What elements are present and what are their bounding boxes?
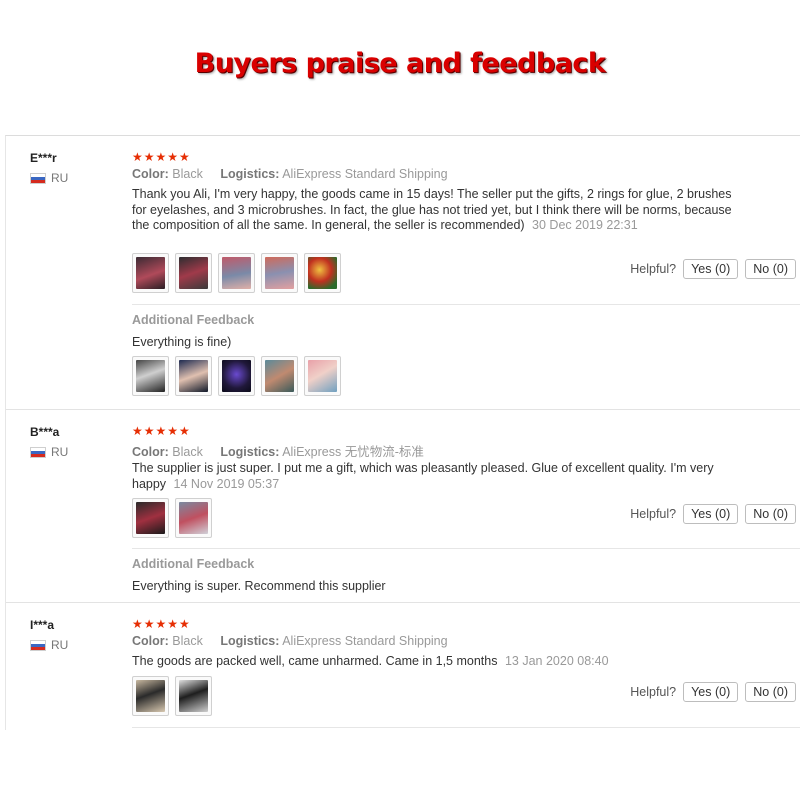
review-text: Thank you Ali, I'm very happy, the goods… — [132, 187, 732, 234]
country-code: RU — [51, 445, 69, 459]
helpful-controls: Helpful? Yes (0) No (0) — [630, 259, 796, 279]
color-value: Black — [172, 634, 203, 648]
color-value: Black — [172, 167, 203, 181]
review-photo[interactable] — [218, 356, 255, 396]
review-photo[interactable] — [132, 356, 169, 396]
review-photo[interactable] — [175, 498, 212, 538]
review-photo[interactable] — [132, 253, 169, 293]
additional-feedback-label: Additional Feedback — [132, 557, 255, 571]
helpful-yes-button[interactable]: Yes (0) — [683, 259, 739, 279]
logistics-label: Logistics: — [220, 167, 280, 181]
helpful-label: Helpful? — [630, 507, 677, 521]
reviewer-country: RU — [30, 171, 68, 185]
helpful-yes-button[interactable]: Yes (0) — [683, 504, 739, 524]
russia-flag-icon — [30, 172, 46, 184]
review-date: 30 Dec 2019 22:31 — [532, 218, 638, 232]
color-label: Color: — [132, 167, 169, 181]
helpful-no-button[interactable]: No (0) — [745, 504, 796, 524]
star-rating: ★★★★★ — [132, 424, 191, 438]
helpful-label: Helpful? — [630, 685, 677, 699]
color-label: Color: — [132, 634, 169, 648]
review-photos — [132, 498, 212, 538]
reviewer-country: RU — [30, 445, 68, 459]
divider — [132, 548, 800, 549]
review-photo[interactable] — [304, 253, 341, 293]
review-date: 13 Jan 2020 08:40 — [504, 654, 609, 668]
review-photos — [132, 253, 341, 293]
helpful-label: Helpful? — [630, 262, 677, 276]
reviewer-name: B***a — [30, 425, 60, 439]
additional-feedback-label: Additional Feedback — [132, 313, 255, 327]
star-rating: ★★★★★ — [132, 617, 191, 631]
review-body: The goods are packed well, came unharmed… — [132, 654, 498, 668]
additional-feedback-text: Everything is fine) — [132, 335, 232, 349]
review-text: The goods are packed well, came unharmed… — [132, 654, 732, 670]
helpful-yes-button[interactable]: Yes (0) — [683, 682, 739, 702]
logistics-value: AliExpress 无忧物流-标准 — [282, 445, 424, 459]
feedback-panel: E***r RU ★★★★★ Color: Black Logistics: A… — [5, 135, 800, 730]
russia-flag-icon — [30, 639, 46, 651]
logistics-value: AliExpress Standard Shipping — [282, 167, 448, 181]
helpful-controls: Helpful? Yes (0) No (0) — [630, 504, 796, 524]
review-photo[interactable] — [175, 676, 212, 716]
order-info: Color: Black Logistics: AliExpress Stand… — [132, 634, 462, 648]
russia-flag-icon — [30, 446, 46, 458]
review-item: E***r RU ★★★★★ Color: Black Logistics: A… — [6, 136, 800, 410]
review-item: I***a RU ★★★★★ Color: Black Logistics: A… — [6, 603, 800, 731]
review-photos — [132, 676, 212, 716]
helpful-no-button[interactable]: No (0) — [745, 682, 796, 702]
review-photo[interactable] — [218, 253, 255, 293]
review-photo[interactable] — [304, 356, 341, 396]
additional-photos — [132, 356, 341, 396]
review-photo[interactable] — [261, 253, 298, 293]
order-info: Color: Black Logistics: AliExpress Stand… — [132, 167, 462, 181]
review-body: Thank you Ali, I'm very happy, the goods… — [132, 187, 732, 232]
helpful-no-button[interactable]: No (0) — [745, 259, 796, 279]
review-date: 14 Nov 2019 05:37 — [173, 476, 280, 491]
review-photo[interactable] — [175, 253, 212, 293]
review-photo[interactable] — [175, 356, 212, 396]
review-photo[interactable] — [132, 676, 169, 716]
color-value: Black — [172, 445, 203, 459]
logistics-label: Logistics: — [220, 634, 280, 648]
country-code: RU — [51, 638, 69, 652]
star-rating: ★★★★★ — [132, 150, 191, 164]
reviewer-country: RU — [30, 638, 68, 652]
country-code: RU — [51, 171, 69, 185]
review-text: The supplier is just super. I put me a g… — [132, 461, 732, 492]
review-photo[interactable] — [261, 356, 298, 396]
page-banner-title: Buyers praise and feedback — [194, 48, 606, 79]
additional-feedback-text: Everything is super. Recommend this supp… — [132, 579, 386, 593]
helpful-controls: Helpful? Yes (0) No (0) — [630, 682, 796, 702]
order-info: Color: Black Logistics: AliExpress 无忧物流-… — [132, 441, 438, 460]
logistics-label: Logistics: — [220, 445, 280, 459]
review-item: B***a RU ★★★★★ Color: Black Logistics: A… — [6, 410, 800, 603]
divider — [132, 727, 800, 728]
reviewer-name: E***r — [30, 151, 57, 165]
review-photo[interactable] — [132, 498, 169, 538]
reviewer-name: I***a — [30, 618, 55, 632]
color-label: Color: — [132, 445, 169, 459]
logistics-value: AliExpress Standard Shipping — [282, 634, 448, 648]
divider — [132, 304, 800, 305]
